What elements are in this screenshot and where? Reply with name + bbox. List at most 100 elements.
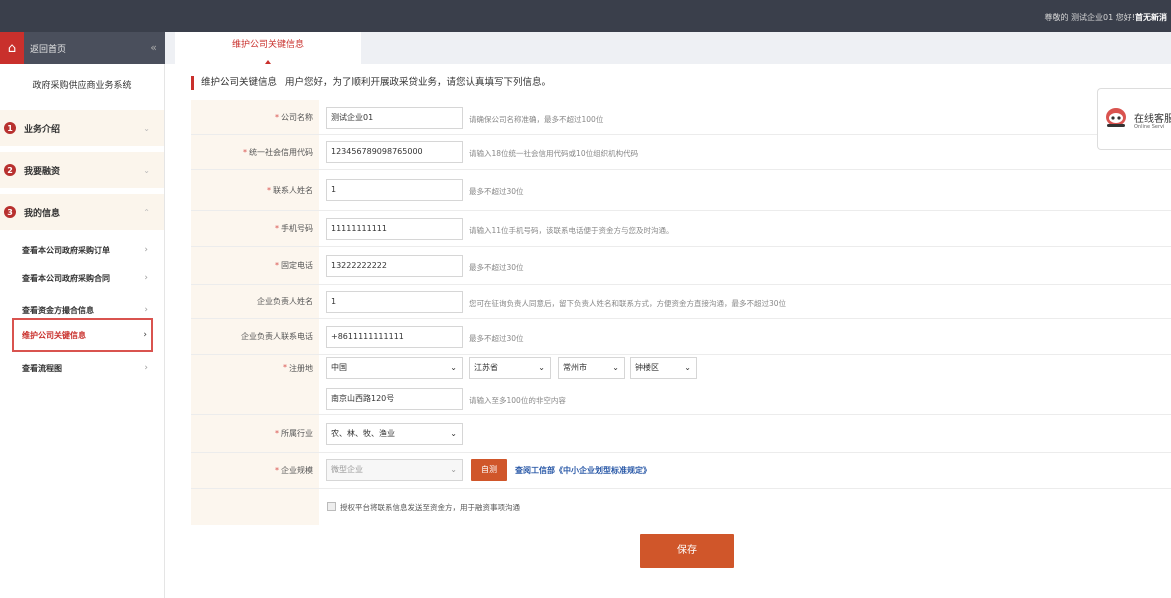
province-select[interactable]: 江苏省 ⌄	[469, 357, 551, 379]
field-label: * 公司名称	[191, 100, 319, 134]
chevron-down-icon: ⌄	[538, 363, 545, 372]
home-link[interactable]: 返回首页	[30, 42, 66, 55]
field-label: * 所属行业	[191, 415, 319, 452]
collapse-sidebar-icon[interactable]: «	[150, 41, 157, 54]
number-badge: 3	[4, 206, 16, 218]
menu-group-business-intro[interactable]: 1 业务介绍 ⌄	[0, 110, 164, 146]
system-title: 政府采购供应商业务系统	[0, 64, 165, 108]
credit-code-input[interactable]: 123456789098765000	[326, 141, 463, 163]
sidebar-item-contracts[interactable]: 查看本公司政府采购合同 ›	[0, 265, 164, 291]
self-test-button[interactable]: 自测	[471, 459, 507, 481]
chevron-down-icon: ⌄	[143, 123, 150, 133]
sidebar-item-label: 维护公司关键信息	[22, 330, 86, 340]
field-label: * 企业规模	[191, 453, 319, 488]
city-select[interactable]: 常州市 ⌄	[558, 357, 625, 379]
menu-group-my-info[interactable]: 3 我的信息 ⌃	[0, 194, 164, 230]
message-notice[interactable]: 首无新消	[1135, 13, 1167, 22]
chevron-down-icon: ⌄	[450, 363, 457, 372]
section-heading: 维护公司关键信息	[201, 77, 278, 88]
sidebar-item-label: 查看流程图	[22, 363, 62, 373]
field-hint: 请输入11位手机号码，该联系电话便于资金方与您及时沟通。	[469, 226, 674, 235]
tab-label: 维护公司关键信息	[231, 40, 304, 50]
form-row-industry: * 所属行业 农、林、牧、渔业 ⌄	[191, 415, 1171, 453]
chevron-right-icon: ›	[144, 245, 148, 255]
chevron-right-icon: ›	[144, 305, 148, 315]
street-address-input[interactable]: 南京山西路120号	[326, 388, 463, 410]
field-hint: 最多不超过30位	[469, 263, 524, 272]
form-row-legal-phone: 企业负责人联系电话 +8611111111111 最多不超过30位	[191, 319, 1171, 355]
field-hint: 您可在征询负责人同意后，留下负责人姓名和联系方式，方便资金方直接沟通，最多不超过…	[469, 299, 787, 308]
save-button[interactable]: 保存	[640, 534, 734, 568]
sidebar-item-label: 查看本公司政府采购订单	[22, 245, 110, 255]
chevron-right-icon: ›	[143, 330, 147, 340]
home-icon[interactable]: ⌂	[0, 32, 24, 64]
contact-name-input[interactable]: 1	[326, 179, 463, 201]
field-label: * 注册地	[191, 355, 319, 414]
greeting-text: 尊敬的 测试企业01 您好!	[1044, 13, 1135, 22]
scale-select[interactable]: 微型企业 ⌄	[326, 459, 463, 481]
online-service-subtitle: Online Servi	[1134, 124, 1165, 130]
industry-select[interactable]: 农、林、牧、渔业 ⌄	[326, 423, 463, 445]
form-row-credit-code: * 统一社会信用代码 123456789098765000 请输入18位统一社会信…	[191, 135, 1171, 170]
landline-input[interactable]: 13222222222	[326, 255, 463, 277]
authorize-text: 授权平台将联系信息发送至资金方，用于融资事项沟通	[340, 503, 520, 512]
chevron-right-icon: ›	[144, 273, 148, 283]
field-hint: 请输入至多100位的非空内容	[469, 396, 566, 405]
section-title: 维护公司关键信息 用户您好，为了顺利开展政采贷业务，请您认真填写下列信息。	[191, 76, 551, 90]
field-hint: 请输入18位统一社会信用代码或10位组织机构代码	[469, 149, 639, 158]
legal-phone-input[interactable]: +8611111111111	[326, 326, 463, 348]
form-row-company-name: * 公司名称 测试企业01 请确保公司名称准确，最多不超过100位	[191, 100, 1171, 135]
sidebar-item-flowchart[interactable]: 查看流程图 ›	[0, 355, 164, 381]
chevron-right-icon: ›	[144, 363, 148, 373]
number-badge: 2	[4, 164, 16, 176]
district-select[interactable]: 钟楼区 ⌄	[630, 357, 697, 379]
form-row-phone: * 手机号码 11111111111 请输入11位手机号码，该联系电话便于资金方与…	[191, 211, 1171, 247]
field-label: 企业负责人姓名	[191, 285, 319, 318]
section-description: 用户您好，为了顺利开展政采贷业务，请您认真填写下列信息。	[285, 77, 552, 88]
menu-group-label: 我的信息	[24, 208, 61, 219]
form-row-legal-name: 企业负责人姓名 1 您可在征询负责人同意后，留下负责人姓名和联系方式，方便资金方…	[191, 285, 1171, 319]
field-label: * 固定电话	[191, 247, 319, 284]
field-hint: 最多不超过30位	[469, 187, 524, 196]
caret-up-icon	[265, 60, 271, 64]
field-label: * 手机号码	[191, 211, 319, 246]
sidebar-item-orders[interactable]: 查看本公司政府采购订单 ›	[0, 237, 164, 263]
online-service-widget[interactable]: 在线客服 Online Servi	[1097, 88, 1171, 150]
form-row-contact-name: * 联系人姓名 1 最多不超过30位	[191, 170, 1171, 211]
sidebar-menu: 1 业务介绍 ⌄ 2 我要融资 ⌄ 3 我的信息 ⌃ 查看本公司政府采购订单 ›…	[0, 108, 165, 598]
chevron-down-icon: ⌄	[684, 363, 691, 372]
menu-group-financing[interactable]: 2 我要融资 ⌄	[0, 152, 164, 188]
tab-company-info[interactable]: 维护公司关键信息	[175, 32, 361, 64]
phone-input[interactable]: 11111111111	[326, 218, 463, 240]
sidebar-item-label: 查看资金方撮合信息	[22, 305, 94, 315]
online-service-title: 在线客服	[1134, 114, 1171, 125]
field-label	[191, 489, 319, 525]
sidebar-header: ⌂ 返回首页 «	[0, 32, 165, 64]
standard-link[interactable]: 查阅工信部《中小企业划型标准规定》	[515, 465, 651, 476]
chevron-up-icon: ⌃	[143, 207, 150, 217]
chevron-down-icon: ⌄	[450, 429, 457, 438]
tab-bar: 维护公司关键信息	[165, 32, 1171, 64]
user-greeting: 尊敬的 测试企业01 您好!首无新消	[1045, 12, 1167, 23]
menu-group-label: 我要融资	[24, 166, 61, 177]
number-badge: 1	[4, 122, 16, 134]
field-hint: 最多不超过30位	[469, 334, 524, 343]
sidebar-item-label: 查看本公司政府采购合同	[22, 273, 110, 283]
field-label: 企业负责人联系电话	[191, 319, 319, 354]
form-row-authorize: 授权平台将联系信息发送至资金方，用于融资事项沟通	[191, 489, 1171, 525]
field-label: * 联系人姓名	[191, 170, 319, 210]
top-bar: 尊敬的 测试企业01 您好!首无新消	[0, 0, 1171, 32]
country-select[interactable]: 中国 ⌄	[326, 357, 463, 379]
field-label: * 统一社会信用代码	[191, 135, 319, 169]
authorize-checkbox[interactable]	[327, 502, 336, 511]
chevron-down-icon: ⌄	[143, 165, 150, 175]
company-name-input[interactable]: 测试企业01	[326, 107, 463, 129]
chevron-down-icon: ⌄	[450, 465, 457, 474]
field-hint: 请确保公司名称准确，最多不超过100位	[469, 115, 604, 124]
legal-name-input[interactable]: 1	[326, 291, 463, 313]
form-row-address: * 注册地 中国 ⌄ 江苏省 ⌄ 常州市 ⌄ 钟楼区 ⌄ 南京山西路120号 请输入至多1…	[191, 355, 1171, 415]
form-row-scale: * 企业规模 微型企业 ⌄ 自测 查阅工信部《中小企业划型标准规定》	[191, 453, 1171, 489]
robot-icon	[1106, 108, 1126, 127]
sidebar-item-company-info[interactable]: 维护公司关键信息 ›	[12, 318, 153, 352]
chevron-down-icon: ⌄	[612, 363, 619, 372]
